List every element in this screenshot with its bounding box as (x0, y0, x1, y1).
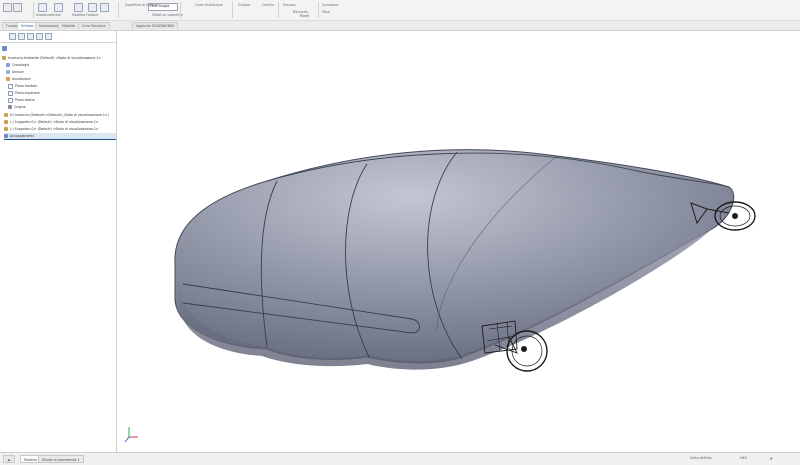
triad-icon (124, 427, 138, 443)
arrow-icon[interactable] (88, 3, 97, 12)
command-tabs: Funzioni Schizzo Valutazione Mobilità Cr… (0, 21, 800, 31)
tree-label: (f) Involucro (Default<<Default>_Stato d… (10, 113, 109, 117)
tree-label: Cronologia (12, 63, 30, 67)
origin-icon (8, 105, 12, 109)
filter-icon[interactable] (2, 46, 7, 51)
tree-label: Accoppiamenti (10, 134, 34, 138)
status-units[interactable]: MKS (740, 456, 747, 460)
assembly-icon (4, 127, 8, 131)
separator (278, 2, 279, 18)
tree-item-supporto-2[interactable]: (-) Supporto<2> (Default) <Stato di visu… (4, 126, 99, 132)
configuration-icon[interactable] (27, 33, 34, 40)
ribbon-label-6[interactable]: Schizzo (238, 3, 250, 7)
sensor-icon (6, 70, 10, 74)
folder-icon (6, 63, 10, 67)
tree-label: (-) Supporto<2> (Default) <Stato di visu… (10, 127, 99, 131)
command-ribbon: Svasatura Scala Modifica Feature Fillet … (0, 0, 800, 21)
tree-item-supporto-1[interactable]: (-) Supporto<1> (Default) <Stato di visu… (4, 119, 99, 125)
tree-label: Annotazioni (12, 77, 31, 81)
separator (318, 2, 319, 18)
assembly-icon (4, 113, 8, 117)
tree-label-root: Involucro Ambiente (Default) <Stato di v… (8, 56, 102, 60)
tree-item-origine[interactable]: Origine (8, 104, 26, 110)
ribbon-label-10[interactable]: Scansiona (322, 3, 338, 7)
panel-toolbar (0, 31, 116, 43)
edit-feature-icon[interactable] (74, 3, 83, 12)
separator (33, 2, 34, 18)
revolve-icon[interactable] (13, 3, 22, 12)
plane-icon (8, 90, 13, 96)
tree-item-piano-destro[interactable]: Piano destro (8, 97, 35, 103)
3d-model-view[interactable] (117, 31, 800, 452)
draft-icon[interactable] (38, 3, 47, 12)
status-definition: Sotto-definito (690, 456, 712, 460)
tree-root[interactable]: Involucro Ambiente (Default) <Stato di v… (2, 55, 101, 61)
tree-label: (-) Supporto<1> (Default) <Stato di visu… (10, 120, 99, 124)
feature-manager-panel: Involucro Ambiente (Default) <Stato di v… (0, 31, 117, 452)
tree-item-piano-frontale[interactable]: Piano frontale (8, 83, 37, 89)
repeat-icon[interactable] (100, 3, 109, 12)
tab-mobilita[interactable]: Mobilità (58, 22, 80, 29)
tab-aggiunte[interactable]: Aggiunte SOLIDWORKS (132, 22, 179, 29)
dimxpert-icon[interactable] (36, 33, 43, 40)
property-manager-icon[interactable] (18, 33, 25, 40)
tree-item-annotazioni[interactable]: Annotazioni (6, 76, 31, 82)
mate-icon (4, 134, 8, 138)
extrude-icon[interactable] (3, 3, 12, 12)
tree-item-cronologia[interactable]: Cronologia (6, 62, 29, 68)
feature-tree-icon[interactable] (9, 33, 16, 40)
ribbon-label-7[interactable]: Cerchio (262, 3, 274, 7)
ribbon-label-11[interactable]: Fissa (322, 10, 330, 14)
ribbon-label-3[interactable]: Superficie di rinforzo (125, 3, 158, 7)
ribbon-label-2[interactable]: Modifica Feature (72, 13, 98, 17)
status-bar: ◂▸ Modello Studio di movimento 1 Sotto-d… (0, 452, 800, 465)
tree-item-sensori[interactable]: Sensori (6, 69, 24, 75)
ribbon-label-1[interactable]: Scala (52, 13, 61, 17)
ribbon-label-8[interactable]: Smusso (283, 3, 295, 7)
annotation-icon (6, 77, 10, 81)
tree-label: Sensori (12, 70, 24, 74)
plane-icon (8, 83, 13, 89)
assembly-icon (4, 120, 8, 124)
separator (232, 2, 233, 18)
tree-label: Piano superiore (15, 91, 40, 95)
tree-label: Origine (14, 105, 26, 109)
graphics-area[interactable] (117, 31, 800, 452)
tree-item-piano-superiore[interactable]: Piano superiore (8, 90, 40, 96)
tab-crea-struttura[interactable]: Crea Struttura (78, 22, 110, 29)
tree-label: Piano frontale (15, 84, 38, 88)
ribbon-label-4[interactable]: Offset su superficie (152, 13, 183, 17)
separator (180, 2, 181, 18)
ribbon-label-12[interactable]: Ripeti (300, 14, 309, 18)
display-manager-icon[interactable] (45, 33, 52, 40)
separator (118, 2, 119, 18)
part-icon (2, 56, 6, 60)
plane-icon (8, 97, 13, 103)
envelope-body[interactable] (174, 149, 735, 364)
status-arrow-icon[interactable]: ▲ (770, 456, 772, 460)
ribbon-label-5[interactable]: Linee di divisione (195, 3, 223, 7)
tree-item-involucro[interactable]: (f) Involucro (Default<<Default>_Stato d… (4, 112, 109, 118)
ribbon-label-0[interactable]: Svasatura (36, 13, 52, 17)
scale-icon[interactable] (54, 3, 63, 12)
tree-label: Piano destro (15, 98, 35, 102)
tree-item-accoppiamenti[interactable]: Accoppiamenti (4, 133, 116, 140)
nav-arrows-icon[interactable]: ◂▸ (3, 455, 15, 463)
tab-studio-movimento[interactable]: Studio di movimento 1 (38, 455, 84, 463)
